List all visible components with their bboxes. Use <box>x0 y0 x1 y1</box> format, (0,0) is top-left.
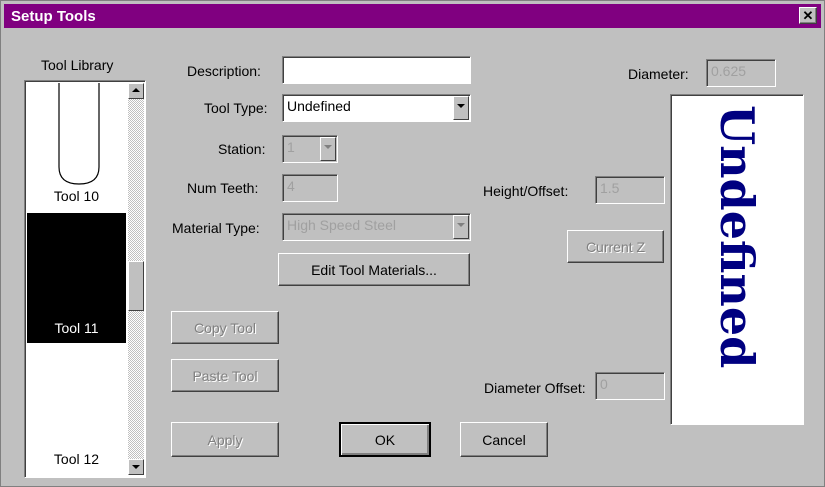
tool-name: Tool 12 <box>53 451 100 467</box>
paste-tool-button[interactable]: Paste Tool <box>171 359 279 392</box>
tool-preview-text: Undefined <box>710 105 764 369</box>
tool-library-list[interactable]: Tool 10 Tool 11 Tool 12 <box>24 80 146 478</box>
close-button[interactable]: ✕ <box>799 7 817 24</box>
tool-type-select[interactable]: Undefined <box>282 94 471 122</box>
material-type-select[interactable]: High Speed Steel <box>282 213 471 241</box>
cancel-button[interactable]: Cancel <box>460 422 548 457</box>
tool-name: Tool 11 <box>54 320 99 336</box>
height-offset-input[interactable]: 1.5 <box>595 176 665 204</box>
tool-name: Tool 10 <box>53 188 100 204</box>
diameter-offset-label: Diameter Offset: <box>484 380 586 396</box>
station-select[interactable]: 1 <box>282 135 338 163</box>
num-teeth-label: Num Teeth: <box>187 180 259 196</box>
ok-button[interactable]: OK <box>339 422 431 457</box>
setup-tools-dialog: Setup Tools ✕ Tool Library Tool 10 Tool … <box>0 0 825 487</box>
window-title: Setup Tools <box>11 8 96 25</box>
chevron-down-icon <box>457 104 465 108</box>
tool-type-dropdown-button[interactable] <box>453 96 469 120</box>
height-offset-label: Height/Offset: <box>483 183 569 199</box>
current-z-button[interactable]: Current Z <box>567 230 664 263</box>
list-item-selected[interactable]: Tool 11 <box>27 213 126 343</box>
arrow-down-icon <box>132 465 140 469</box>
title-bar: Setup Tools ✕ <box>4 4 821 28</box>
scroll-up-button[interactable] <box>128 83 144 99</box>
copy-tool-button[interactable]: Copy Tool <box>171 311 279 344</box>
scroll-thumb[interactable] <box>128 261 144 311</box>
chevron-down-icon <box>324 145 332 149</box>
tool-library-label: Tool Library <box>41 57 114 73</box>
diameter-label: Diameter: <box>628 66 689 82</box>
description-label: Description: <box>187 63 261 79</box>
diameter-offset-input[interactable]: 0 <box>595 372 665 400</box>
station-label: Station: <box>218 141 266 157</box>
num-teeth-input[interactable]: 4 <box>282 174 338 202</box>
apply-button[interactable]: Apply <box>171 422 279 457</box>
tool-type-label: Tool Type: <box>204 100 268 116</box>
description-input[interactable] <box>282 56 471 84</box>
tool-preview-panel: Undefined <box>670 94 804 425</box>
list-scrollbar[interactable] <box>128 83 144 475</box>
station-dropdown-button[interactable] <box>320 137 336 161</box>
chevron-down-icon <box>457 223 465 227</box>
end-mill-tool-icon <box>58 83 100 185</box>
edit-tool-materials-button[interactable]: Edit Tool Materials... <box>278 253 470 286</box>
arrow-up-icon <box>132 88 140 92</box>
scroll-down-button[interactable] <box>128 459 144 475</box>
list-item[interactable]: Tool 12 <box>27 343 126 475</box>
material-type-dropdown-button[interactable] <box>453 215 469 239</box>
diameter-input[interactable]: 0.625 <box>706 59 776 87</box>
list-item[interactable]: Tool 10 <box>27 81 126 211</box>
material-type-label: Material Type: <box>172 220 260 236</box>
